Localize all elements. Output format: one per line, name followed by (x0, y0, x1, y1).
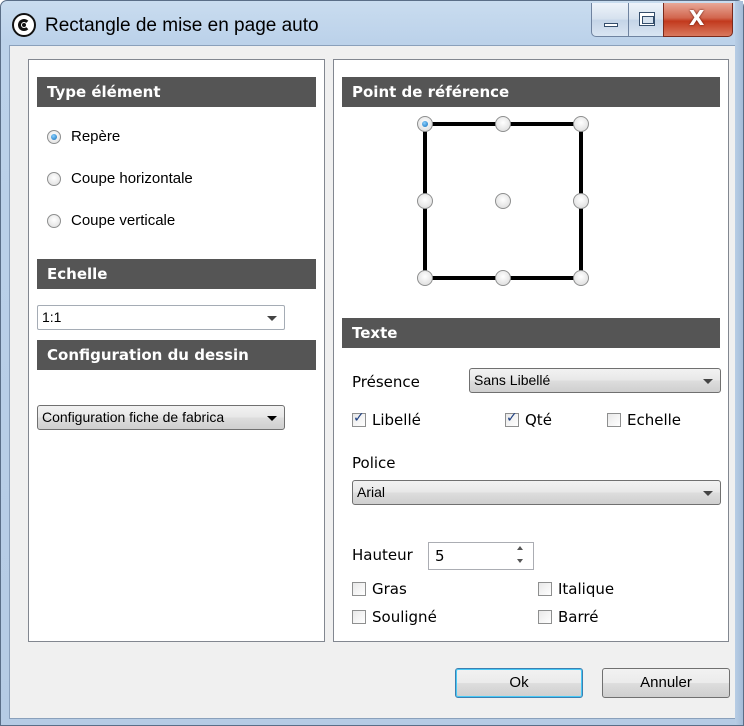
config-dessin-header: Configuration du dessin (37, 340, 316, 370)
checkbox[interactable] (352, 582, 366, 596)
checkbox-gras[interactable]: Gras (352, 580, 407, 598)
spin-down-icon[interactable] (517, 559, 523, 563)
presence-select-value: Sans Libellé (474, 372, 551, 388)
checkbox-libelle[interactable]: Libellé (352, 410, 421, 429)
ref-point-center[interactable] (495, 193, 511, 209)
minimize-button[interactable] (591, 3, 629, 37)
checkbox[interactable] (505, 410, 519, 427)
presence-label: Présence (352, 373, 420, 391)
checkbox-echelle[interactable]: Echelle (607, 411, 681, 429)
radio-label: Coupe verticale (71, 212, 176, 229)
title-bar: Rectangle de mise en page auto X (1, 1, 743, 51)
checkbox-qte[interactable]: Qté (505, 410, 552, 429)
checkbox-label: Gras (372, 580, 407, 598)
hauteur-label: Hauteur (352, 546, 413, 564)
police-label: Police (352, 454, 396, 472)
texte-header: Texte (342, 318, 720, 348)
checkbox-label: Barré (558, 608, 599, 626)
checkbox-label: Italique (558, 580, 615, 598)
font-select[interactable]: Arial (352, 480, 721, 505)
font-select-value: Arial (357, 484, 386, 500)
radio-repere[interactable]: Repère (47, 128, 120, 145)
dialog-client-area: Type élément Repère Coupe horizontale Co… (9, 45, 737, 719)
checkbox-label: Souligné (372, 608, 437, 626)
chevron-down-icon (267, 316, 277, 321)
ref-point-bottom-center[interactable] (495, 270, 511, 286)
left-panel: Type élément Repère Coupe horizontale Co… (28, 59, 325, 642)
spin-up-icon[interactable] (517, 546, 523, 550)
height-value: 5 (435, 547, 445, 565)
radio-coupe-verticale[interactable]: Coupe verticale (47, 212, 175, 229)
app-icon (12, 13, 36, 37)
dialog-window: Rectangle de mise en page auto X Type él… (0, 0, 744, 726)
checkbox-label: Libellé (372, 411, 421, 429)
ref-point-bottom-right[interactable] (573, 270, 589, 286)
radio-label: Coupe horizontale (71, 170, 193, 187)
point-reference-header: Point de référence (342, 77, 720, 107)
right-panel: Point de référence Texte Présence Sans L… (333, 59, 729, 642)
checkbox[interactable] (607, 413, 621, 427)
close-button[interactable]: X (663, 3, 733, 37)
chevron-down-icon (267, 416, 277, 421)
radio-button[interactable] (47, 213, 61, 228)
checkbox-italique[interactable]: Italique (538, 580, 614, 598)
ref-point-bottom-left[interactable] (417, 270, 433, 286)
scale-select[interactable]: 1:1 (37, 305, 285, 330)
reference-point-grid (417, 116, 589, 286)
cancel-button[interactable]: Annuler (602, 668, 730, 698)
close-icon: X (689, 6, 705, 30)
checkbox-label: Echelle (627, 411, 682, 429)
chevron-down-icon (703, 491, 713, 496)
ok-button[interactable]: Ok (455, 668, 583, 698)
ref-point-middle-right[interactable] (573, 193, 589, 209)
radio-coupe-horizontale[interactable]: Coupe horizontale (47, 170, 193, 187)
maximize-button[interactable] (628, 3, 664, 37)
echelle-header: Echelle (37, 259, 316, 289)
presence-select[interactable]: Sans Libellé (469, 368, 721, 393)
type-element-header: Type élément (37, 77, 316, 107)
ref-point-middle-left[interactable] (417, 193, 433, 209)
chevron-down-icon (703, 379, 713, 384)
radio-button[interactable] (47, 129, 61, 144)
window-title: Rectangle de mise en page auto (45, 15, 319, 36)
height-spinbox[interactable]: 5 (428, 542, 534, 570)
checkbox[interactable] (538, 582, 552, 596)
ref-point-top-left[interactable] (417, 116, 433, 132)
checkbox-label: Qté (525, 411, 552, 429)
config-select-value: Configuration fiche de fabrica (42, 409, 225, 425)
checkbox-barre[interactable]: Barré (538, 608, 598, 626)
scale-select-value: 1:1 (42, 309, 62, 325)
checkbox-souligne[interactable]: Souligné (352, 608, 437, 626)
checkbox[interactable] (352, 410, 366, 427)
checkbox[interactable] (538, 610, 552, 624)
minimize-icon (604, 23, 618, 27)
radio-label: Repère (71, 128, 121, 145)
checkbox[interactable] (352, 610, 366, 624)
ref-point-top-center[interactable] (495, 116, 511, 132)
ref-point-top-right[interactable] (573, 116, 589, 132)
config-select[interactable]: Configuration fiche de fabrica (37, 405, 285, 430)
maximize-icon (639, 12, 655, 26)
radio-button[interactable] (47, 171, 61, 186)
